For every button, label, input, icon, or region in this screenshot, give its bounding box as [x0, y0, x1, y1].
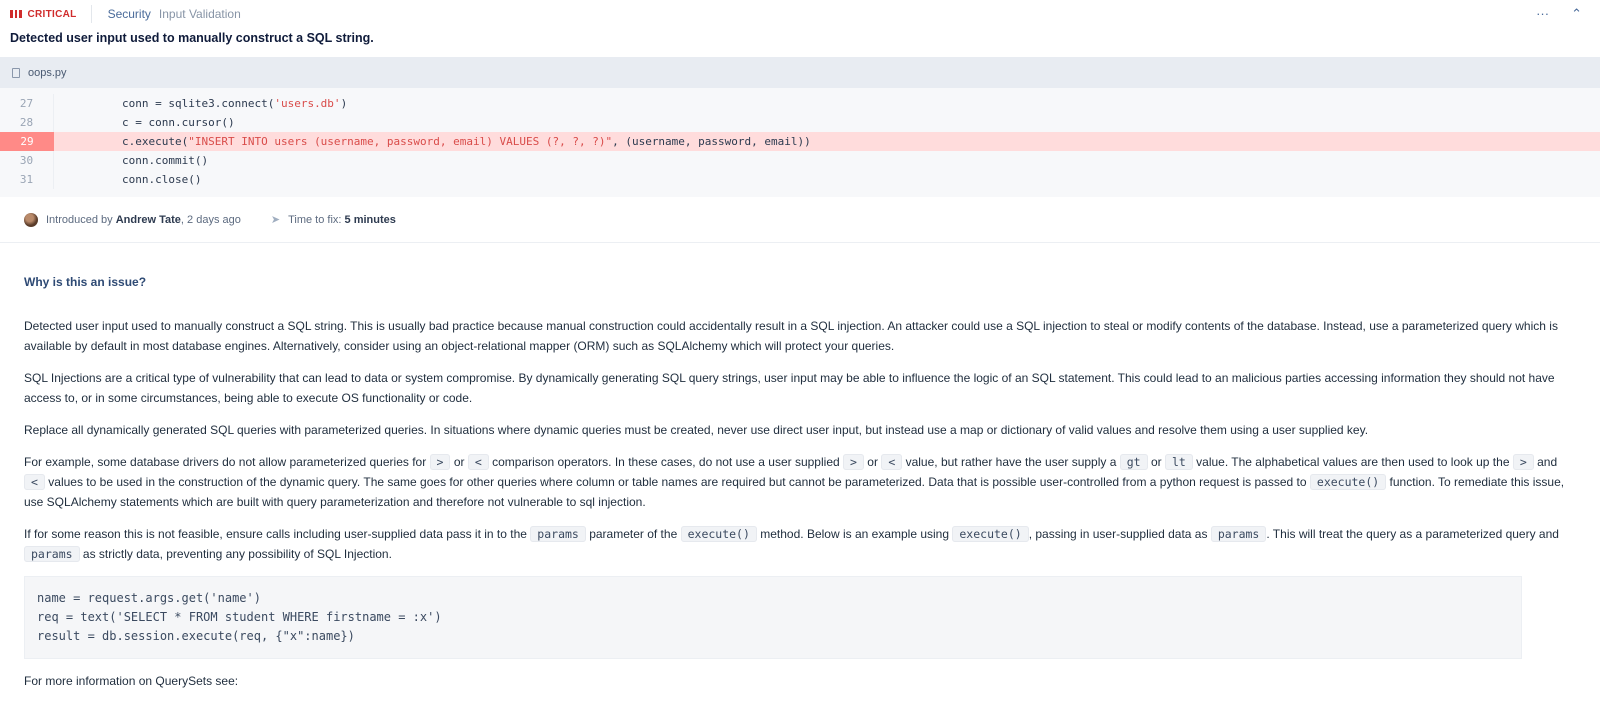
line-content: conn.commit()	[122, 154, 209, 167]
code-line-highlighted: 29 c.execute("INSERT INTO users (usernam…	[0, 132, 1600, 151]
breadcrumb: Security Input Validation	[92, 7, 241, 21]
line-content: conn = sqlite3.connect('users.db')	[122, 97, 348, 110]
paragraph: If for some reason this is not feasible,…	[24, 526, 1559, 562]
paragraph: For more information on QuerySets see:	[24, 674, 239, 688]
paragraph: Replace all dynamically generated SQL qu…	[24, 423, 1369, 437]
issue-header: CRITICAL Security Input Validation ··· ⌃	[0, 0, 1600, 28]
paragraph: Detected user input used to manually con…	[24, 319, 1558, 353]
line-content: conn.close()	[122, 173, 202, 186]
issue-meta: Introduced by Andrew Tate, 2 days ago ➤ …	[0, 197, 1600, 243]
code-line: 30 conn.commit()	[0, 151, 1600, 170]
severity-bars-icon	[10, 10, 22, 18]
section-heading: Why is this an issue?	[24, 275, 147, 289]
line-content: c = conn.cursor()	[122, 116, 235, 129]
paragraph: For example, some database drivers do no…	[24, 454, 1565, 509]
issue-description: Why is this an issue? Detected user inpu…	[0, 275, 1600, 691]
collapse-icon[interactable]: ⌃	[1571, 6, 1582, 22]
line-number: 31	[0, 170, 54, 189]
code-line: 31 conn.close()	[0, 170, 1600, 189]
paragraph: SQL Injections are a critical type of vu…	[24, 371, 1555, 405]
code-example: name = request.args.get('name') req = te…	[24, 576, 1522, 659]
line-number: 29	[0, 132, 54, 151]
more-options-icon[interactable]: ···	[1536, 6, 1549, 22]
subcategory-label: Input Validation	[158, 7, 241, 21]
rocket-icon: ➤	[270, 214, 281, 226]
line-number: 30	[0, 151, 54, 170]
code-line: 28 c = conn.cursor()	[0, 113, 1600, 132]
severity-label: CRITICAL	[27, 8, 77, 20]
introduced-label: Introduced by Andrew Tate, 2 days ago	[46, 213, 241, 226]
line-number: 27	[0, 94, 54, 113]
category-link[interactable]: Security	[108, 7, 151, 21]
time-to-fix: Time to fix: 5 minutes	[288, 213, 396, 226]
line-content: c.execute("INSERT INTO users (username, …	[122, 135, 811, 148]
severity-badge: CRITICAL	[10, 5, 92, 23]
author-name[interactable]: Andrew Tate	[116, 214, 181, 226]
file-header: oops.py	[0, 57, 1600, 88]
file-icon	[12, 67, 20, 78]
code-snippet: 27 conn = sqlite3.connect('users.db') 28…	[0, 88, 1600, 197]
line-number: 28	[0, 113, 54, 132]
file-name[interactable]: oops.py	[28, 67, 67, 79]
avatar	[24, 212, 38, 227]
code-line: 27 conn = sqlite3.connect('users.db')	[0, 94, 1600, 113]
issue-title: Detected user input used to manually con…	[10, 31, 374, 45]
